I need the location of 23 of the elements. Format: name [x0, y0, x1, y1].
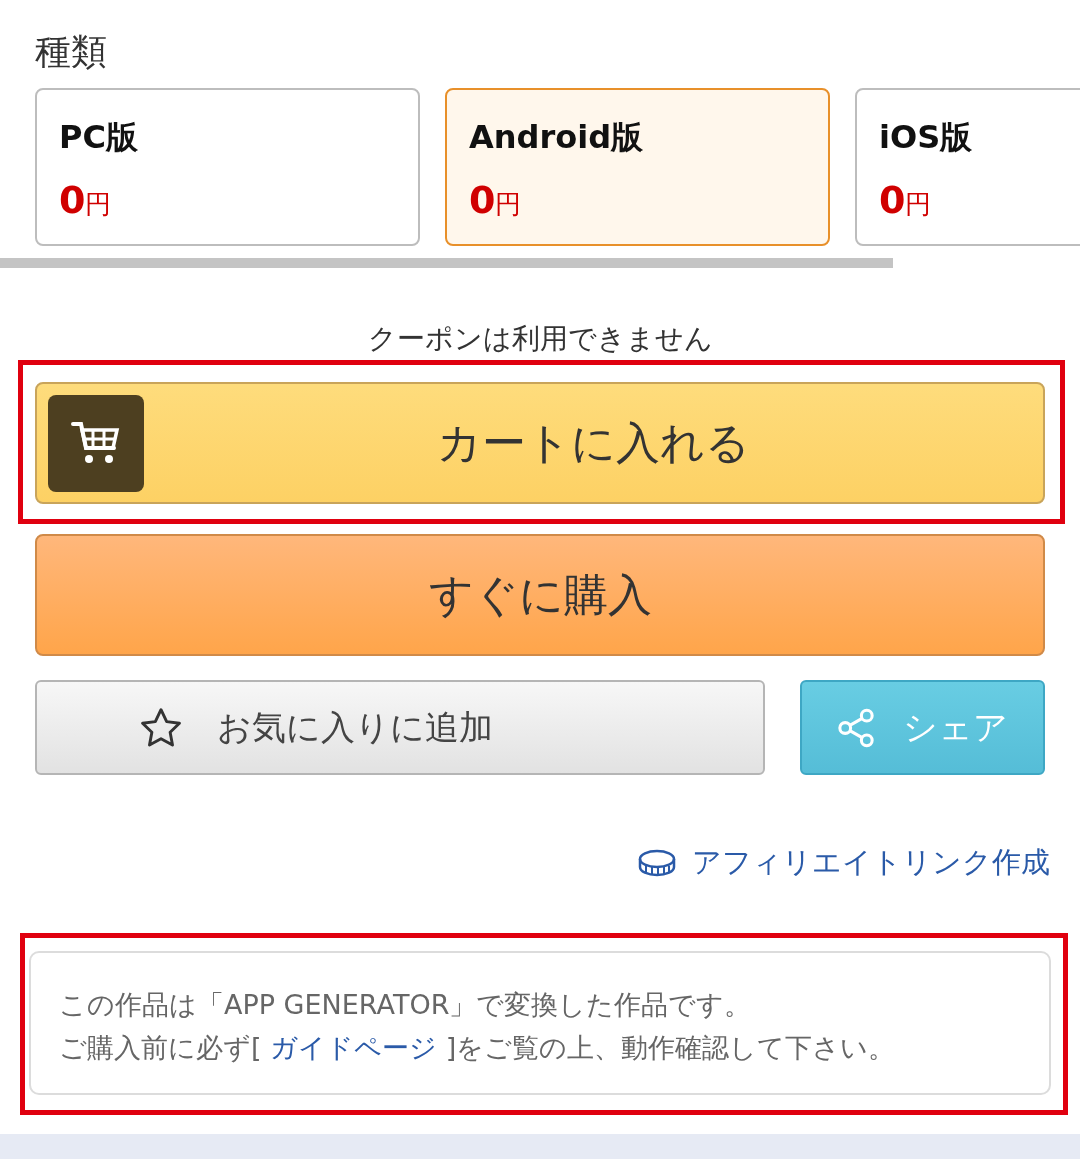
- variant-price: 0円: [59, 178, 113, 222]
- variant-name: Android版: [469, 117, 645, 158]
- section-title: 種類: [34, 30, 108, 74]
- variant-price: 0円: [469, 178, 523, 222]
- variant-card[interactable]: Android版 0円: [445, 88, 830, 246]
- coupon-note: クーポンは利用できません: [367, 321, 713, 357]
- variant-card[interactable]: iOS版 0円: [855, 88, 1080, 246]
- guide-page-link[interactable]: ガイドページ: [270, 1032, 438, 1063]
- buy-now-button[interactable]: すぐに購入: [35, 534, 1045, 656]
- star-icon: [139, 706, 183, 749]
- coin-icon: [638, 849, 676, 877]
- variant-name: iOS版: [879, 117, 974, 158]
- variant-price: 0円: [879, 178, 933, 222]
- share-icon: [837, 707, 875, 748]
- favorite-button[interactable]: お気に入りに追加: [35, 680, 765, 775]
- variant-card[interactable]: PC版 0円: [35, 88, 420, 246]
- add-to-cart-button[interactable]: カートに入れる: [35, 382, 1045, 504]
- scrollbar[interactable]: [0, 258, 893, 268]
- affiliate-link[interactable]: アフィリエイトリンク作成: [638, 843, 1050, 883]
- notice-text: この作品は「APP GENERATOR」で変換した作品です。: [59, 988, 753, 1022]
- cart-icon: [48, 394, 144, 492]
- notice-text: ご購入前に必ず[ ガイドページ ]をご覧の上、動作確認して下さい。: [59, 1031, 897, 1065]
- variant-name: PC版: [59, 117, 139, 158]
